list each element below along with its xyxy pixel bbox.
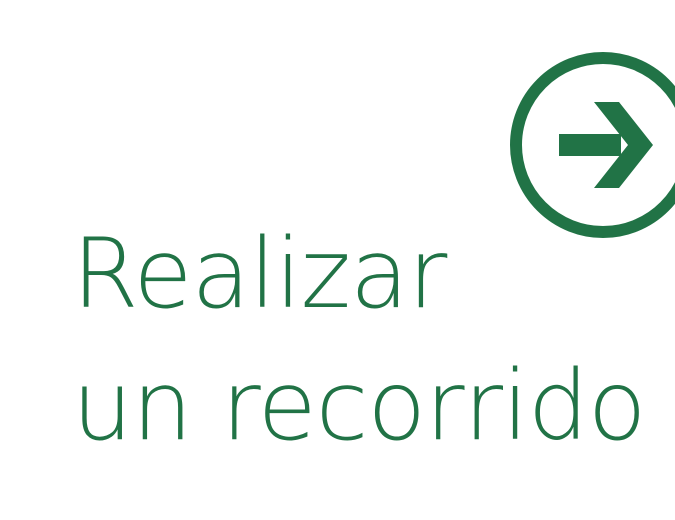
tour-title-line-1: Realizar xyxy=(72,218,447,330)
tour-title-line-2: un recorrido xyxy=(72,350,646,462)
tour-title: Realizar un recorrido xyxy=(72,208,646,472)
take-a-tour-button[interactable]: Realizar un recorrido xyxy=(0,0,675,520)
